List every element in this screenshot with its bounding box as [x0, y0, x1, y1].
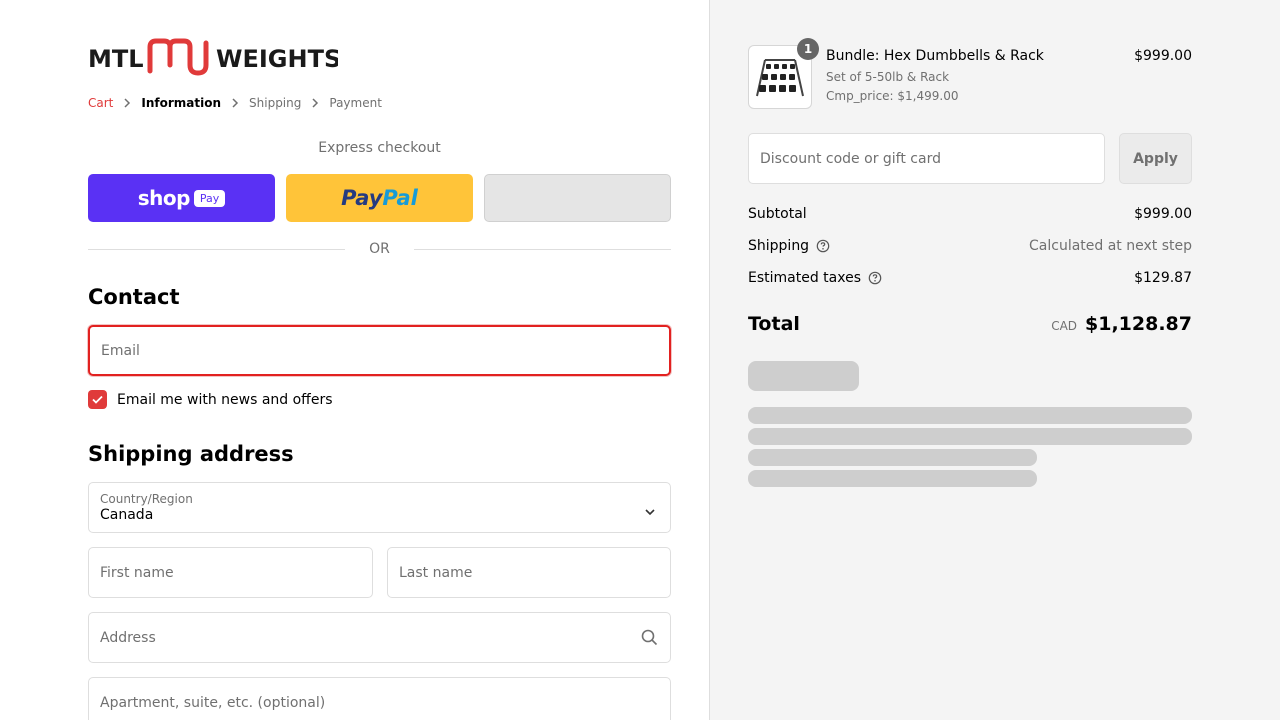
breadcrumb-payment: Payment	[329, 96, 382, 110]
email-field[interactable]	[88, 325, 671, 376]
country-label: Country/Region	[100, 492, 193, 506]
or-divider: OR	[88, 240, 671, 258]
shipping-address-heading: Shipping address	[88, 442, 294, 466]
country-value: Canada	[100, 507, 154, 523]
first-name-field[interactable]	[88, 547, 373, 598]
currency-code: CAD	[1051, 319, 1078, 333]
divider-line	[413, 248, 671, 250]
subtotal-row: Subtotal $999.00	[748, 206, 1192, 222]
shipping-row: Shipping Calculated at next step	[748, 238, 1192, 254]
product-price: $999.00	[1134, 48, 1192, 64]
search-icon	[641, 629, 658, 650]
breadcrumb-cart[interactable]: Cart	[88, 96, 113, 110]
product-name: Bundle: Hex Dumbbells & Rack	[826, 48, 1044, 64]
newsletter-option[interactable]: Email me with news and offers	[88, 390, 333, 409]
loading-skeleton-line	[748, 449, 1037, 466]
quantity-badge: 1	[797, 38, 819, 60]
loading-skeleton-line	[748, 407, 1192, 424]
shop-pay-logo: shop	[137, 186, 191, 210]
discount-input[interactable]	[760, 150, 1093, 167]
breadcrumb: Cart Information Shipping Payment	[88, 96, 382, 110]
taxes-row: Estimated taxes $129.87	[748, 270, 1192, 286]
product-compare-price: Cmp_price: $1,499.00	[826, 89, 959, 103]
address-input[interactable]	[100, 629, 659, 646]
help-circle-icon[interactable]	[816, 239, 830, 253]
apartment-field[interactable]	[88, 677, 671, 720]
paypal-button[interactable]: PayPal	[286, 174, 473, 222]
contact-heading: Contact	[88, 285, 180, 309]
newsletter-label: Email me with news and offers	[117, 391, 333, 408]
shipping-value: Calculated at next step	[1029, 238, 1192, 254]
breadcrumb-information: Information	[141, 96, 222, 110]
newsletter-checkbox[interactable]	[88, 390, 107, 409]
chevron-right-icon	[301, 98, 329, 108]
chevron-right-icon	[113, 98, 141, 108]
total-row: Total CAD $1,128.87	[748, 313, 1192, 335]
discount-field[interactable]	[748, 133, 1105, 184]
shop-pay-pill: Pay	[193, 189, 226, 207]
taxes-value: $129.87	[1134, 270, 1192, 286]
divider-line	[88, 248, 346, 250]
checkout-main-panel: MTL WEIGHTS Cart Information Shipping Pa…	[0, 0, 710, 720]
express-checkout-title: Express checkout	[318, 140, 441, 156]
email-input[interactable]	[101, 342, 658, 359]
apply-discount-button[interactable]: Apply	[1119, 133, 1192, 184]
total-value: $1,128.87	[1085, 313, 1192, 335]
chevron-down-icon	[644, 501, 656, 520]
loading-skeleton-line	[748, 470, 1037, 487]
paypal-logo: PayPal	[341, 186, 418, 210]
taxes-label: Estimated taxes	[748, 270, 862, 286]
address-field[interactable]	[88, 612, 671, 663]
loading-skeleton-line	[748, 428, 1192, 445]
or-label: OR	[369, 241, 390, 257]
svg-text:WEIGHTS: WEIGHTS	[216, 45, 338, 73]
help-circle-icon[interactable]	[868, 271, 882, 285]
loading-skeleton-block	[748, 361, 859, 391]
breadcrumb-shipping: Shipping	[249, 96, 302, 110]
last-name-field[interactable]	[387, 547, 671, 598]
subtotal-value: $999.00	[1134, 206, 1192, 222]
subtotal-label: Subtotal	[748, 206, 807, 222]
chevron-right-icon	[221, 98, 249, 108]
checkmark-icon	[92, 395, 103, 404]
last-name-input[interactable]	[399, 564, 659, 581]
total-label: Total	[748, 313, 800, 335]
product-variant: Set of 5-50lb & Rack	[826, 70, 950, 84]
shipping-label: Shipping	[748, 238, 810, 254]
first-name-input[interactable]	[100, 564, 361, 581]
svg-text:MTL: MTL	[88, 45, 144, 73]
country-select[interactable]: Country/Region Canada	[88, 482, 671, 533]
apartment-input[interactable]	[100, 694, 659, 711]
express-payment-placeholder-button[interactable]	[484, 174, 671, 222]
shop-pay-button[interactable]: shop Pay	[88, 174, 275, 222]
mtl-weights-logo[interactable]: MTL WEIGHTS	[88, 37, 338, 79]
